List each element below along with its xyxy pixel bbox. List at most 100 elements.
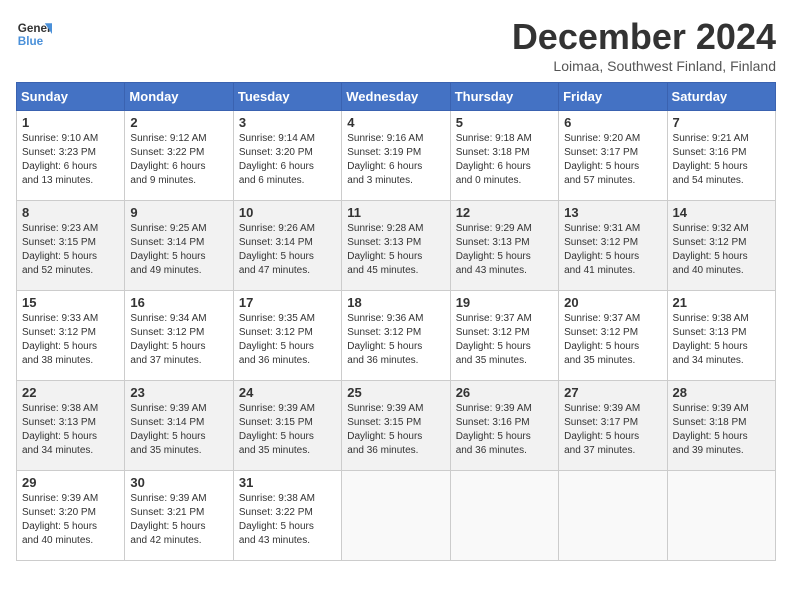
day-number: 2 (130, 115, 227, 130)
calendar-cell: 3 Sunrise: 9:14 AM Sunset: 3:20 PM Daylig… (233, 111, 341, 201)
day-info: Sunrise: 9:21 AM Sunset: 3:16 PM Dayligh… (673, 132, 770, 188)
svg-text:Blue: Blue (18, 35, 44, 48)
calendar-cell: 20 Sunrise: 9:37 AM Sunset: 3:12 PM Dayli… (559, 291, 667, 381)
day-info: Sunrise: 9:39 AM Sunset: 3:16 PM Dayligh… (456, 402, 553, 458)
day-info: Sunrise: 9:39 AM Sunset: 3:15 PM Dayligh… (239, 402, 336, 458)
day-info: Sunrise: 9:34 AM Sunset: 3:12 PM Dayligh… (130, 312, 227, 368)
day-number: 22 (22, 385, 119, 400)
day-number: 29 (22, 475, 119, 490)
day-number: 20 (564, 295, 661, 310)
day-info: Sunrise: 9:18 AM Sunset: 3:18 PM Dayligh… (456, 132, 553, 188)
calendar-cell (559, 471, 667, 561)
calendar-cell: 8 Sunrise: 9:23 AM Sunset: 3:15 PM Daylig… (17, 201, 125, 291)
day-info: Sunrise: 9:37 AM Sunset: 3:12 PM Dayligh… (456, 312, 553, 368)
day-number: 1 (22, 115, 119, 130)
logo: General Blue (16, 16, 52, 52)
day-number: 6 (564, 115, 661, 130)
weekday-header: Saturday (667, 83, 775, 111)
day-info: Sunrise: 9:35 AM Sunset: 3:12 PM Dayligh… (239, 312, 336, 368)
calendar-cell: 29 Sunrise: 9:39 AM Sunset: 3:20 PM Dayli… (17, 471, 125, 561)
day-info: Sunrise: 9:10 AM Sunset: 3:23 PM Dayligh… (22, 132, 119, 188)
day-info: Sunrise: 9:38 AM Sunset: 3:13 PM Dayligh… (673, 312, 770, 368)
calendar-cell: 19Sunrise: 9:37 AM Sunset: 3:12 PM Dayli… (450, 291, 558, 381)
weekday-header: Tuesday (233, 83, 341, 111)
day-info: Sunrise: 9:37 AM Sunset: 3:12 PM Dayligh… (564, 312, 661, 368)
day-info: Sunrise: 9:39 AM Sunset: 3:18 PM Dayligh… (673, 402, 770, 458)
calendar-cell: 14 Sunrise: 9:32 AM Sunset: 3:12 PM Dayli… (667, 201, 775, 291)
day-number: 17 (239, 295, 336, 310)
calendar-cell: 30Sunrise: 9:39 AM Sunset: 3:21 PM Dayli… (125, 471, 233, 561)
calendar-cell: 28 Sunrise: 9:39 AM Sunset: 3:18 PM Dayli… (667, 381, 775, 471)
calendar-cell: 31 Sunrise: 9:38 AM Sunset: 3:22 PM Dayli… (233, 471, 341, 561)
day-info: Sunrise: 9:25 AM Sunset: 3:14 PM Dayligh… (130, 222, 227, 278)
calendar-cell: 18Sunrise: 9:36 AM Sunset: 3:12 PM Dayli… (342, 291, 450, 381)
calendar-cell: 1 Sunrise: 9:10 AM Sunset: 3:23 PM Daylig… (17, 111, 125, 201)
calendar-week-row: 15 Sunrise: 9:33 AM Sunset: 3:12 PM Dayli… (17, 291, 776, 381)
day-info: Sunrise: 9:39 AM Sunset: 3:20 PM Dayligh… (22, 492, 119, 548)
calendar-cell: 23 Sunrise: 9:39 AM Sunset: 3:14 PM Dayli… (125, 381, 233, 471)
calendar-cell: 22 Sunrise: 9:38 AM Sunset: 3:13 PM Dayli… (17, 381, 125, 471)
day-number: 4 (347, 115, 444, 130)
day-info: Sunrise: 9:23 AM Sunset: 3:15 PM Dayligh… (22, 222, 119, 278)
calendar-cell: 4 Sunrise: 9:16 AM Sunset: 3:19 PM Daylig… (342, 111, 450, 201)
calendar-cell: 21Sunrise: 9:38 AM Sunset: 3:13 PM Dayli… (667, 291, 775, 381)
day-number: 24 (239, 385, 336, 400)
day-number: 26 (456, 385, 553, 400)
calendar-cell: 12 Sunrise: 9:29 AM Sunset: 3:13 PM Dayli… (450, 201, 558, 291)
weekday-header: Thursday (450, 83, 558, 111)
month-title: December 2024 (512, 16, 776, 58)
calendar-cell: 25 Sunrise: 9:39 AM Sunset: 3:15 PM Dayli… (342, 381, 450, 471)
calendar-header-row: SundayMondayTuesdayWednesdayThursdayFrid… (17, 83, 776, 111)
day-info: Sunrise: 9:32 AM Sunset: 3:12 PM Dayligh… (673, 222, 770, 278)
weekday-header: Wednesday (342, 83, 450, 111)
day-number: 3 (239, 115, 336, 130)
calendar-cell: 26 Sunrise: 9:39 AM Sunset: 3:16 PM Dayli… (450, 381, 558, 471)
day-number: 9 (130, 205, 227, 220)
calendar-cell: 17 Sunrise: 9:35 AM Sunset: 3:12 PM Dayli… (233, 291, 341, 381)
calendar-cell: 13Sunrise: 9:31 AM Sunset: 3:12 PM Dayli… (559, 201, 667, 291)
calendar-cell: 10Sunrise: 9:26 AM Sunset: 3:14 PM Dayli… (233, 201, 341, 291)
day-number: 23 (130, 385, 227, 400)
calendar-week-row: 22 Sunrise: 9:38 AM Sunset: 3:13 PM Dayli… (17, 381, 776, 471)
day-info: Sunrise: 9:26 AM Sunset: 3:14 PM Dayligh… (239, 222, 336, 278)
day-number: 27 (564, 385, 661, 400)
title-area: December 2024 Loimaa, Southwest Finland,… (512, 16, 776, 74)
day-info: Sunrise: 9:16 AM Sunset: 3:19 PM Dayligh… (347, 132, 444, 188)
day-number: 8 (22, 205, 119, 220)
day-info: Sunrise: 9:39 AM Sunset: 3:17 PM Dayligh… (564, 402, 661, 458)
calendar-table: SundayMondayTuesdayWednesdayThursdayFrid… (16, 82, 776, 561)
day-number: 16 (130, 295, 227, 310)
day-number: 12 (456, 205, 553, 220)
day-info: Sunrise: 9:39 AM Sunset: 3:14 PM Dayligh… (130, 402, 227, 458)
day-info: Sunrise: 9:38 AM Sunset: 3:22 PM Dayligh… (239, 492, 336, 548)
day-number: 28 (673, 385, 770, 400)
calendar-cell: 27 Sunrise: 9:39 AM Sunset: 3:17 PM Dayli… (559, 381, 667, 471)
calendar-cell (342, 471, 450, 561)
day-number: 7 (673, 115, 770, 130)
day-number: 14 (673, 205, 770, 220)
day-info: Sunrise: 9:31 AM Sunset: 3:12 PM Dayligh… (564, 222, 661, 278)
location-subtitle: Loimaa, Southwest Finland, Finland (512, 58, 776, 74)
calendar-cell: 15 Sunrise: 9:33 AM Sunset: 3:12 PM Dayli… (17, 291, 125, 381)
day-number: 31 (239, 475, 336, 490)
weekday-header: Friday (559, 83, 667, 111)
day-info: Sunrise: 9:12 AM Sunset: 3:22 PM Dayligh… (130, 132, 227, 188)
day-info: Sunrise: 9:39 AM Sunset: 3:15 PM Dayligh… (347, 402, 444, 458)
day-info: Sunrise: 9:33 AM Sunset: 3:12 PM Dayligh… (22, 312, 119, 368)
day-info: Sunrise: 9:20 AM Sunset: 3:17 PM Dayligh… (564, 132, 661, 188)
calendar-cell: 16 Sunrise: 9:34 AM Sunset: 3:12 PM Dayli… (125, 291, 233, 381)
day-info: Sunrise: 9:28 AM Sunset: 3:13 PM Dayligh… (347, 222, 444, 278)
day-number: 25 (347, 385, 444, 400)
calendar-cell: 6 Sunrise: 9:20 AM Sunset: 3:17 PM Daylig… (559, 111, 667, 201)
day-number: 15 (22, 295, 119, 310)
day-info: Sunrise: 9:36 AM Sunset: 3:12 PM Dayligh… (347, 312, 444, 368)
logo-icon: General Blue (16, 16, 52, 52)
calendar-week-row: 29 Sunrise: 9:39 AM Sunset: 3:20 PM Dayli… (17, 471, 776, 561)
day-info: Sunrise: 9:38 AM Sunset: 3:13 PM Dayligh… (22, 402, 119, 458)
calendar-cell: 2 Sunrise: 9:12 AM Sunset: 3:22 PM Daylig… (125, 111, 233, 201)
day-info: Sunrise: 9:14 AM Sunset: 3:20 PM Dayligh… (239, 132, 336, 188)
calendar-cell (450, 471, 558, 561)
calendar-cell: 9 Sunrise: 9:25 AM Sunset: 3:14 PM Daylig… (125, 201, 233, 291)
day-info: Sunrise: 9:29 AM Sunset: 3:13 PM Dayligh… (456, 222, 553, 278)
calendar-cell: 7 Sunrise: 9:21 AM Sunset: 3:16 PM Daylig… (667, 111, 775, 201)
